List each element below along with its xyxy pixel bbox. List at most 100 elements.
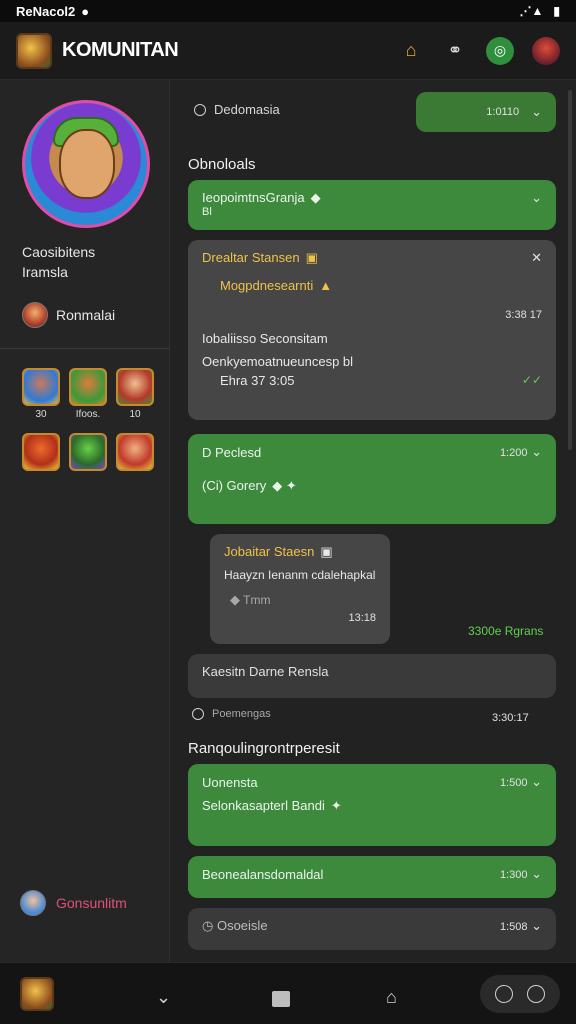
message-card[interactable]: Uonensta 1:500 ⌄ Selonkasapterl Bandi ✦ (188, 764, 556, 846)
section-title: Ranqoulingrontrperesit (188, 740, 340, 757)
card-title: Jobaitar Staesn ▣ (224, 544, 333, 559)
message-card[interactable]: ◷ Osoeisle 1:508 ⌄ (188, 908, 556, 950)
card-title: Drealtar Stansen ▣ (202, 250, 318, 265)
emoji-icon: ▣ (320, 544, 333, 559)
scrollbar[interactable] (568, 90, 572, 450)
message-card[interactable]: D Peclesd 1:200 ⌄ (Ci) Gorery ◆ ✦ (188, 434, 556, 524)
home-icon[interactable]: ⌂ (398, 38, 424, 64)
card-title: D Peclesd (202, 444, 262, 460)
game-item[interactable]: 30 (22, 368, 60, 421)
profile-name-line2: Iramsla (22, 264, 68, 280)
game-label: 10 (129, 409, 141, 420)
profile-name-line1: Caosibitens (22, 244, 96, 260)
settings-icon[interactable] (527, 985, 545, 1003)
card-meta: 1:500 ⌄ (499, 774, 542, 789)
card-line: Kaesitn Darne Rensla (202, 664, 329, 679)
sidebar-link-label: Ronmalai (56, 307, 116, 323)
square-icon[interactable] (272, 991, 290, 1007)
card-item: Ehra 37 3:05 (220, 373, 295, 388)
status-time: ReNacol2 (16, 3, 76, 19)
card-item: Iobaliisso Seconsitam (202, 331, 328, 346)
chevron-down-icon[interactable]: ⌄ (531, 190, 542, 206)
card-title: Uonensta (202, 774, 258, 790)
message-bubble[interactable]: Jobaitar Staesn ▣ Haayzn Ienanm cdalehapk… (210, 534, 390, 644)
signal-icon: ⋰▲ (519, 4, 544, 18)
app-logo[interactable] (16, 32, 52, 69)
profile-hero-avatar[interactable] (22, 100, 150, 228)
card-subtitle: Bl (202, 206, 212, 218)
game-item[interactable]: 10 (116, 368, 154, 421)
small-label: Poemengas (192, 708, 271, 720)
game-tile (69, 368, 107, 406)
top-pill-time: 1:0110 (486, 106, 520, 118)
top-app-bar: KOMUNITAN ⌂ ⚭ ◎ (0, 22, 576, 80)
game-label: Ifoos. (75, 409, 101, 420)
card-line: Mogpdnesearnti ▲ (220, 278, 333, 293)
card-line: Selonkasapterl Bandi ✦ (202, 798, 342, 813)
emoji-icon: ◆ (310, 190, 321, 205)
profile-name: Caosibitens Iramsla (22, 242, 95, 282)
message-card-expanded[interactable]: Drealtar Stansen ▣ ✕ Mogpdnesearnti ▲ 3:38… (188, 240, 556, 420)
emoji-icon: ▲ (319, 278, 333, 293)
emoji-icon: ◆ (230, 592, 240, 607)
small-time: 3:30:17 (492, 712, 529, 724)
small-label-text: Poemengas (212, 708, 271, 720)
side-note: 3300e Rgrans (468, 624, 544, 638)
chevron-down-icon: ⌄ (531, 104, 542, 119)
message-card[interactable]: IeopoimtnsGranja ◆ ⌄ Bl (188, 180, 556, 230)
sidebar-link[interactable]: Ronmalai (22, 302, 115, 328)
feed-top-label-text: Dedomasia (214, 102, 280, 117)
feed-top-label: Dedomasia (194, 102, 280, 117)
card-time: 13:18 (348, 612, 376, 624)
card-title: IeopoimtnsGranja ◆ (202, 190, 321, 205)
game-item[interactable] (22, 433, 60, 486)
app-title: KOMUNITAN (62, 39, 179, 61)
top-time-pill[interactable]: 1:0110 ⌄ (416, 92, 556, 132)
bottom-nav: ⌄ ⌂ (0, 962, 576, 1024)
game-item[interactable]: Ifoos. (69, 368, 107, 421)
profile-avatar[interactable] (532, 36, 560, 65)
notification-icon: ● (81, 3, 90, 19)
sidebar-divider (0, 348, 170, 349)
chevron-down-icon[interactable]: ⌄ (531, 774, 542, 789)
clock-icon: ◷ (202, 918, 217, 933)
status-bar: ReNacol2 ● ⋰▲ ▮ (0, 0, 576, 22)
sidebar-link-avatar (22, 302, 48, 328)
game-tile (22, 368, 60, 406)
game-item[interactable] (69, 433, 107, 486)
status-left: ReNacol2 ● (16, 4, 89, 19)
clock-icon (194, 103, 206, 116)
home-icon[interactable]: ⌂ (386, 987, 397, 1008)
chevron-down-icon[interactable]: ⌄ (531, 866, 542, 881)
card-line: Haayzn Ienanm cdalehapkal (224, 568, 376, 582)
game-grid: 30 Ifoos. 10 (22, 368, 154, 486)
sidebar: Caosibitens Iramsla Ronmalai 30 Ifoos. 1… (0, 80, 170, 962)
close-icon[interactable]: ✕ (531, 250, 542, 266)
sidebar-bottom-link[interactable]: Gonsunlitm (20, 890, 127, 916)
link-icon[interactable]: ⚭ (442, 38, 468, 64)
card-line: ◆ Tmm (230, 592, 271, 607)
game-item[interactable] (116, 433, 154, 486)
message-card[interactable]: Beonealansdomaldal 1:300 ⌄ (188, 856, 556, 898)
card-meta: 1:508 ⌄ (499, 918, 542, 933)
game-tile (116, 433, 154, 471)
status-right: ⋰▲ ▮ (520, 4, 561, 18)
emoji-icon: ▣ (305, 250, 318, 265)
message-card[interactable]: Kaesitn Darne Rensla (188, 654, 556, 698)
sidebar-bottom-avatar (20, 890, 46, 916)
chat-feed[interactable]: Dedomasia 1:0110 ⌄ Obnoloals IeopoimtnsG… (170, 80, 576, 962)
card-time: 3:38 17 (505, 309, 542, 321)
chevron-down-icon[interactable]: ⌄ (531, 918, 542, 933)
emoji-icon: ✦ (330, 798, 342, 813)
card-line: (Ci) Gorery ◆ ✦ (202, 478, 297, 493)
game-tile (22, 433, 60, 471)
chevron-down-icon[interactable]: ⌄ (156, 987, 171, 1008)
clock-icon[interactable] (495, 985, 513, 1003)
chevron-down-icon[interactable]: ⌄ (531, 444, 542, 459)
status-circle-icon[interactable]: ◎ (486, 36, 514, 65)
app-logo-small[interactable] (20, 977, 54, 1011)
card-meta: 1:300 ⌄ (499, 866, 542, 881)
card-footer: Ehra 37 3:05 ✓✓ (202, 373, 542, 388)
card-item: Oenkyemoatnueuncesp bl (202, 354, 354, 369)
game-tile (116, 368, 154, 406)
